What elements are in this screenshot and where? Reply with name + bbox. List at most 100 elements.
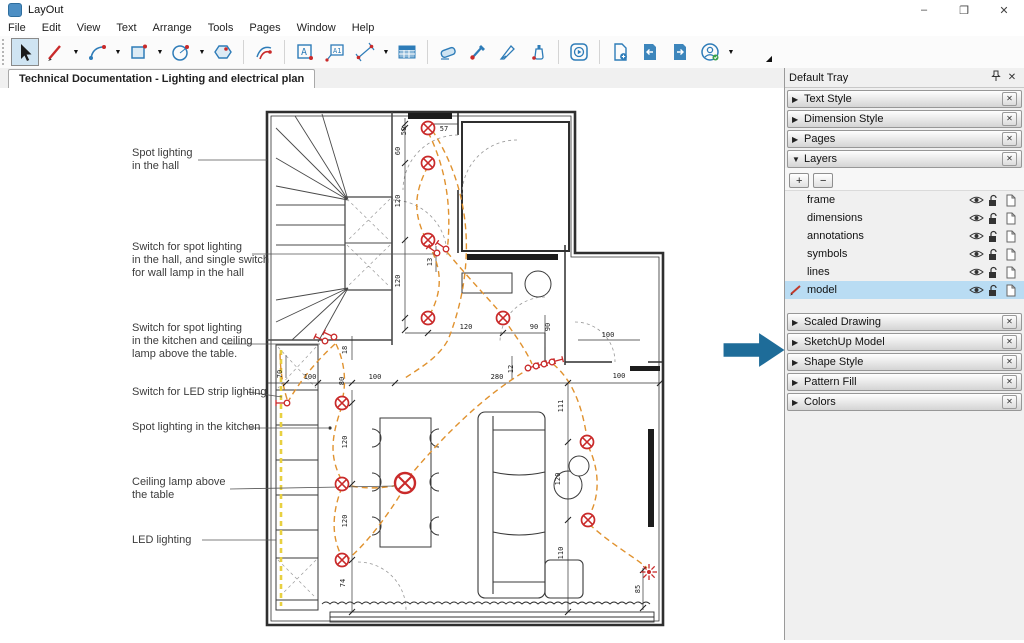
line-tool-dropdown[interactable]: ▼: [70, 38, 82, 66]
line-tool-button[interactable]: [41, 38, 69, 66]
toolbar-separator: [558, 40, 559, 64]
unlock-icon[interactable]: [987, 194, 1002, 207]
pin-icon[interactable]: [988, 70, 1004, 85]
share-page-icon[interactable]: [1005, 212, 1020, 225]
menu-view[interactable]: View: [69, 22, 109, 34]
remove-layer-button[interactable]: −: [813, 173, 833, 188]
dimension-tool-dropdown[interactable]: ▼: [380, 38, 392, 66]
arc-tool-dropdown[interactable]: ▼: [112, 38, 124, 66]
layer-row-frame[interactable]: frame: [785, 191, 1024, 209]
menu-window[interactable]: Window: [289, 22, 344, 34]
ceiling-lamp-symbol: [395, 473, 415, 493]
visibility-eye-icon[interactable]: [969, 230, 984, 243]
dimension-label: 13: [426, 258, 434, 266]
staircase: [267, 112, 392, 345]
section-scaled-drawing[interactable]: ▶ Scaled Drawing ✕: [787, 313, 1022, 331]
section-pattern-fill[interactable]: ▶ Pattern Fill ✕: [787, 373, 1022, 391]
section-text-style[interactable]: ▶ Text Style ✕: [787, 90, 1022, 108]
section-dimension-style[interactable]: ▶ Dimension Style ✕: [787, 110, 1022, 128]
section-close-icon[interactable]: ✕: [1002, 395, 1017, 409]
add-layer-button[interactable]: +: [789, 173, 809, 188]
rectangle-tool-button[interactable]: [125, 38, 153, 66]
share-page-icon[interactable]: [1005, 194, 1020, 207]
drawing-canvas[interactable]: 5057601201201318701008010028012100100120…: [0, 88, 784, 640]
layer-row-symbols[interactable]: symbols: [785, 245, 1024, 263]
visibility-eye-icon[interactable]: [969, 284, 984, 297]
menu-file[interactable]: File: [0, 22, 34, 34]
share-page-icon[interactable]: [1005, 230, 1020, 243]
account-button[interactable]: [696, 38, 724, 66]
unlock-icon[interactable]: [987, 284, 1002, 297]
circle-tool-dropdown[interactable]: ▼: [196, 38, 208, 66]
radiator-wavy-line: [322, 602, 650, 604]
spotlight-symbol: [336, 397, 349, 410]
split-tool-button[interactable]: [494, 38, 522, 66]
menu-tools[interactable]: Tools: [200, 22, 242, 34]
unlock-icon[interactable]: [987, 248, 1002, 261]
account-dropdown[interactable]: ▼: [725, 38, 737, 66]
menu-help[interactable]: Help: [344, 22, 383, 34]
section-close-icon[interactable]: ✕: [1002, 355, 1017, 369]
restore-button[interactable]: ❐: [944, 0, 984, 20]
menu-edit[interactable]: Edit: [34, 22, 69, 34]
dimension-label: 100: [613, 372, 626, 380]
visibility-eye-icon[interactable]: [969, 194, 984, 207]
dimension-tool-button[interactable]: [351, 38, 379, 66]
next-page-button[interactable]: [666, 38, 694, 66]
annotation-switch-kitchen: Switch for spot lighting in the kitchen …: [132, 322, 252, 361]
share-page-icon[interactable]: [1005, 284, 1020, 297]
table-tool-button[interactable]: [393, 38, 421, 66]
polygon-tool-button[interactable]: [209, 38, 237, 66]
visibility-eye-icon[interactable]: [969, 248, 984, 261]
offset-icon: [253, 41, 275, 63]
add-page-button[interactable]: [606, 38, 634, 66]
start-presentation-button[interactable]: [565, 38, 593, 66]
previous-page-button[interactable]: [636, 38, 664, 66]
circle-tool-button[interactable]: [167, 38, 195, 66]
arc-tool-button[interactable]: [83, 38, 111, 66]
document-tab[interactable]: Technical Documentation - Lighting and e…: [8, 69, 315, 89]
layer-row-model[interactable]: model: [785, 281, 1024, 299]
toolbar-grip[interactable]: [2, 39, 10, 65]
eraser-tool-button[interactable]: [434, 38, 462, 66]
section-layers[interactable]: ▼ Layers ✕: [787, 150, 1022, 168]
join-tool-button[interactable]: [524, 38, 552, 66]
text-tool-button[interactable]: A: [291, 38, 319, 66]
section-colors[interactable]: ▶ Colors ✕: [787, 393, 1022, 411]
rectangle-tool-dropdown[interactable]: ▼: [154, 38, 166, 66]
section-close-icon[interactable]: ✕: [1002, 132, 1017, 146]
menu-pages[interactable]: Pages: [241, 22, 288, 34]
offset-tool-button[interactable]: [250, 38, 278, 66]
toolbar-overflow-caret[interactable]: ◢: [766, 54, 772, 63]
unlock-icon[interactable]: [987, 230, 1002, 243]
section-close-icon[interactable]: ✕: [1002, 152, 1017, 166]
unlock-icon[interactable]: [987, 266, 1002, 279]
section-close-icon[interactable]: ✕: [1002, 315, 1017, 329]
section-shape-style[interactable]: ▶ Shape Style ✕: [787, 353, 1022, 371]
unlock-icon[interactable]: [987, 212, 1002, 225]
select-tool-button[interactable]: [11, 38, 39, 66]
share-page-icon[interactable]: [1005, 248, 1020, 261]
close-button[interactable]: ✕: [984, 0, 1024, 20]
minimize-button[interactable]: –: [904, 0, 944, 20]
menu-arrange[interactable]: Arrange: [145, 22, 200, 34]
label-tool-button[interactable]: A1: [321, 38, 349, 66]
room-top-right: [462, 122, 569, 251]
section-close-icon[interactable]: ✕: [1002, 112, 1017, 126]
annotation-ceiling-lamp: Ceiling lamp above the table: [132, 476, 226, 502]
layer-row-lines[interactable]: lines: [785, 263, 1024, 281]
layer-row-dimensions[interactable]: dimensions: [785, 209, 1024, 227]
share-page-icon[interactable]: [1005, 266, 1020, 279]
visibility-eye-icon[interactable]: [969, 266, 984, 279]
section-pages[interactable]: ▶ Pages ✕: [787, 130, 1022, 148]
layer-row-annotations[interactable]: annotations: [785, 227, 1024, 245]
toolbar: ▼ ▼ ▼ ▼ A A1 ▼: [0, 36, 1024, 69]
style-tool-button[interactable]: [464, 38, 492, 66]
menu-text[interactable]: Text: [108, 22, 144, 34]
visibility-eye-icon[interactable]: [969, 212, 984, 225]
section-close-icon[interactable]: ✕: [1002, 92, 1017, 106]
section-sketchup-model[interactable]: ▶ SketchUp Model ✕: [787, 333, 1022, 351]
section-close-icon[interactable]: ✕: [1002, 335, 1017, 349]
tray-close-icon[interactable]: ✕: [1004, 72, 1020, 83]
section-close-icon[interactable]: ✕: [1002, 375, 1017, 389]
